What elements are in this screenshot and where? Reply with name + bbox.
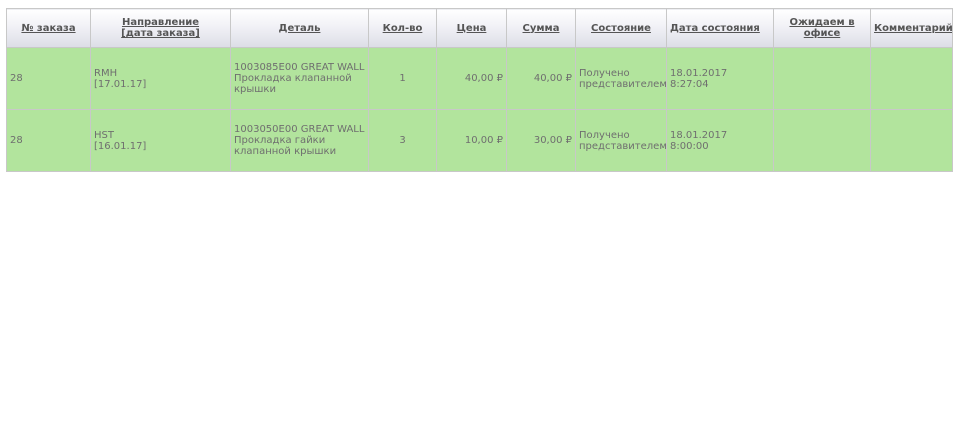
sort-qty[interactable]: Кол-во (368, 8, 437, 48)
direction-code: HST (94, 129, 114, 141)
direction-code: RMH (94, 67, 118, 79)
price-cell: 10,00 ₽ (436, 109, 507, 172)
status-date-cell: 18.01.2017 8:00:00 (666, 109, 774, 172)
order-date: [17.01.17] (94, 78, 147, 90)
table-row: 28 HST [16.01.17] 1003050E00 GREAT WALL … (6, 109, 953, 172)
part-cell: 1003050E00 GREAT WALL Прокладка гайки кл… (230, 109, 369, 172)
sum-cell: 30,00 ₽ (506, 109, 576, 172)
sort-status-date[interactable]: Дата состояния (666, 8, 774, 48)
order-no-cell: 28 (6, 47, 91, 110)
price-cell: 40,00 ₽ (436, 47, 507, 110)
order-date: [16.01.17] (94, 140, 147, 152)
sum-cell: 40,00 ₽ (506, 47, 576, 110)
order-no-cell: 28 (6, 109, 91, 172)
orders-table: № заказа Направление [дата заказа] Детал… (6, 8, 953, 172)
status-cell: Получено представителем (575, 109, 667, 172)
status-date: 18.01.2017 (670, 67, 728, 79)
direction-cell: HST [16.01.17] (90, 109, 231, 172)
sort-direction[interactable]: Направление [дата заказа] (90, 8, 231, 48)
part-code: 1003085E00 GREAT WALL (234, 62, 365, 73)
part-cell: 1003085E00 GREAT WALL Прокладка клапанно… (230, 47, 369, 110)
direction-cell: RMH [17.01.17] (90, 47, 231, 110)
sort-status[interactable]: Состояние (575, 8, 667, 48)
status-time: 8:00:00 (670, 140, 709, 152)
sort-price[interactable]: Цена (436, 8, 507, 48)
table-row: 28 RMH [17.01.17] 1003085E00 GREAT WALL … (6, 47, 953, 110)
awaiting-cell (773, 109, 871, 172)
comment-cell (870, 109, 953, 172)
part-code: 1003050E00 GREAT WALL (234, 124, 365, 135)
sort-comment[interactable]: Комментарий (870, 8, 953, 48)
part-name: Прокладка гайки клапанной крышки (234, 135, 337, 157)
qty-cell: 3 (368, 109, 437, 172)
order-date-header-label: [дата заказа] (121, 28, 200, 39)
status-time: 8:27:04 (670, 78, 709, 90)
sort-sum[interactable]: Сумма (506, 8, 576, 48)
sort-part[interactable]: Деталь (230, 8, 369, 48)
sort-awaiting[interactable]: Ожидаем в офисе (773, 8, 871, 48)
part-name: Прокладка клапанной крышки (234, 73, 352, 95)
awaiting-cell (773, 47, 871, 110)
status-date-cell: 18.01.2017 8:27:04 (666, 47, 774, 110)
sort-order-no[interactable]: № заказа (6, 8, 91, 48)
direction-header-label: Направление (121, 17, 200, 28)
status-cell: Получено представителем (575, 47, 667, 110)
status-date: 18.01.2017 (670, 129, 728, 141)
qty-cell: 1 (368, 47, 437, 110)
header-row: № заказа Направление [дата заказа] Детал… (6, 8, 953, 48)
comment-cell (870, 47, 953, 110)
